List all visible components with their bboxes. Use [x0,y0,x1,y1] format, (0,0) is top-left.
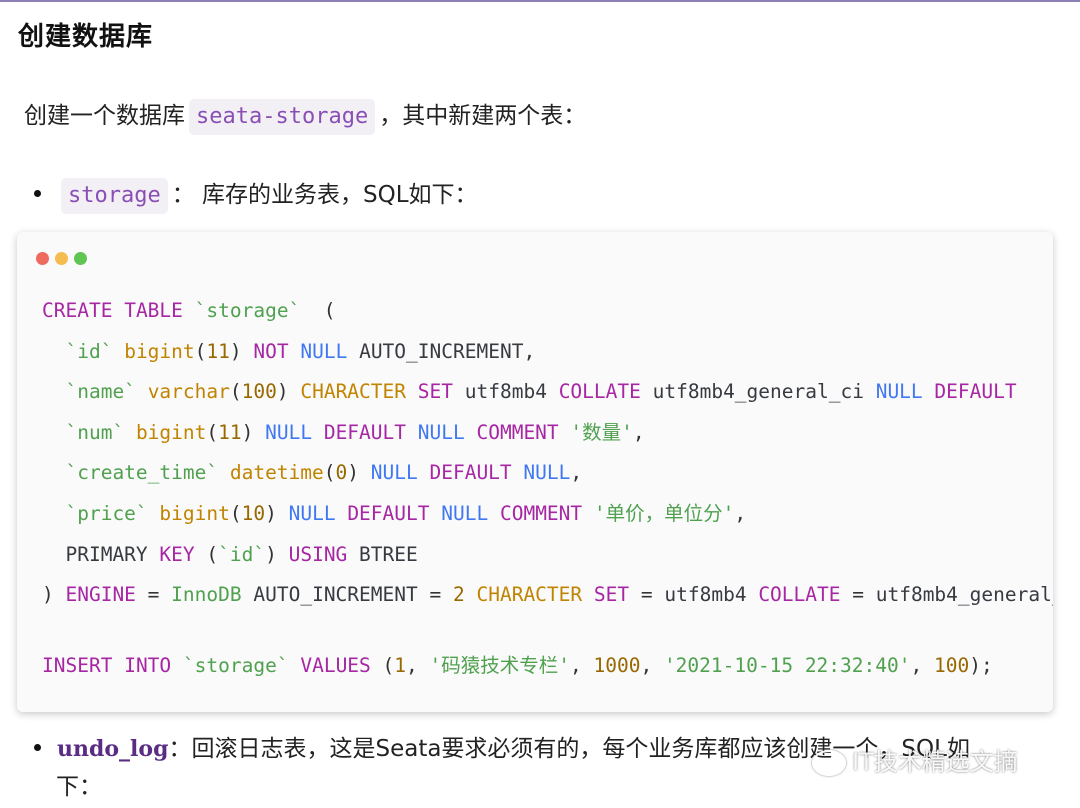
undo-log-label: undo_log [57,736,169,762]
minimize-dot-icon [55,252,68,265]
sql-code: CREATE TABLE `storage` ( `id` bigint(11)… [42,291,1053,686]
list-item-storage-text: ： 库存的业务表，SQL如下： [171,182,478,208]
top-divider [0,0,1080,2]
intro-paragraph: 创建一个数据库 seata-storage ，其中新建两个表： [24,96,586,136]
inline-code-database: seata-storage [189,99,376,135]
code-line: `num` bigint(11) NULL DEFAULT NULL COMME… [65,420,645,444]
code-line: INSERT INTO `storage` VALUES (1, '码猿技术专栏… [42,653,993,677]
watermark-text: IT技术精选文摘 [852,748,1018,776]
bullet-dot [34,744,41,751]
watermark: IT技术精选文摘 [812,742,1018,777]
intro-text-after: ，其中新建两个表： [379,103,587,129]
list-item-storage: storage： 库存的业务表，SQL如下： [34,174,478,216]
maximize-dot-icon [74,252,87,265]
close-dot-icon [36,252,49,265]
code-line: CREATE TABLE `storage` ( [42,299,336,322]
code-line: ) ENGINE = InnoDB AUTO_INCREMENT = 2 CHA… [42,583,1053,607]
code-line: `name` varchar(100) CHARACTER SET utf8mb… [65,380,1017,404]
code-line: `price` bigint(10) NULL DEFAULT NULL COM… [65,501,747,525]
list-item-undo-log-text-cont: 下： [56,774,102,800]
window-controls [36,250,93,265]
code-line: `create_time` datetime(0) NULL DEFAULT N… [65,461,583,485]
wechat-icon [812,750,846,776]
code-line: `id` bigint(11) NOT NULL AUTO_INCREMENT, [65,339,536,363]
intro-text-before: 创建一个数据库 [24,103,185,129]
bullet-dot [34,190,41,197]
code-block[interactable]: CREATE TABLE `storage` ( `id` bigint(11)… [17,232,1053,712]
page-heading: 创建数据库 [18,22,154,52]
inline-code-storage: storage [61,178,168,214]
code-line: PRIMARY KEY (`id`) USING BTREE [65,542,418,566]
